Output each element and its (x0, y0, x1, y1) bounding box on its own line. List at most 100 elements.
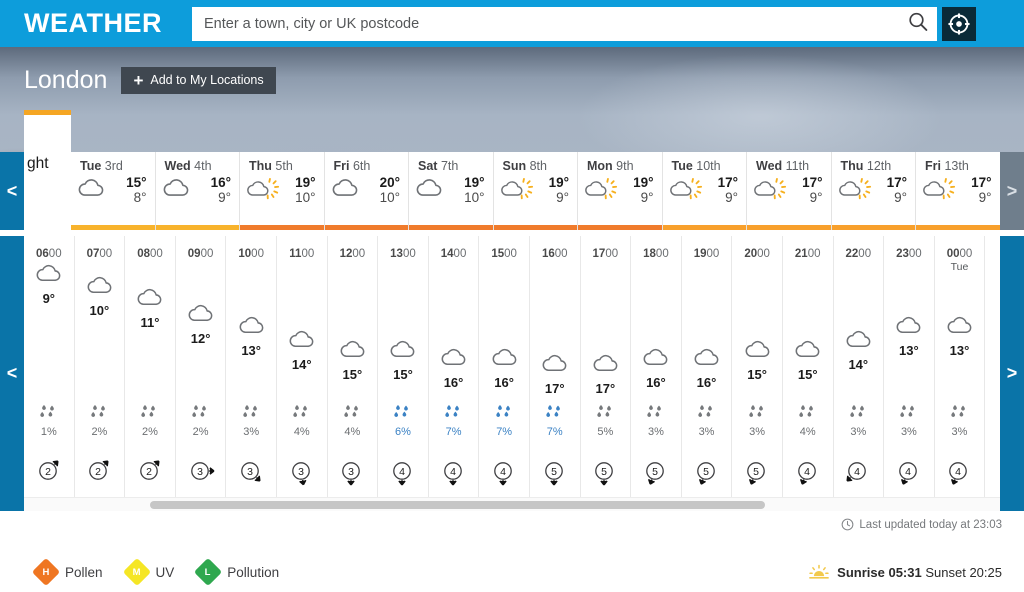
cloud-shape (947, 316, 972, 334)
hourly-column[interactable]: 1700 17° 5% 5 (580, 236, 632, 511)
hourly-rain-block: 2% (125, 404, 175, 438)
add-to-my-locations-button[interactable]: + Add to My Locations (121, 66, 276, 94)
wind-direction-icon: 5 (692, 462, 722, 492)
hourly-weather-block: 10° (75, 276, 125, 318)
day-tab-high: 19° (464, 175, 485, 190)
day-tab[interactable]: Fri 6th 20° 10° (324, 152, 409, 230)
cloud-shape (289, 330, 314, 348)
rain-drops-shape (799, 405, 814, 417)
day-tab[interactable]: Thu 5th 19° 10° (240, 152, 325, 230)
hourly-column[interactable]: 1100 14° 4% 3 (276, 236, 328, 511)
hourly-wind-block: 4 (429, 458, 479, 493)
day-tab[interactable]: Sat 7th 19° 10° (409, 152, 494, 230)
day-tab-high: 17° (886, 175, 907, 190)
hourly-column[interactable]: 1200 15° 4% 3 (327, 236, 379, 511)
sunny-intervals-shape (923, 177, 956, 199)
indicator-level: M (132, 566, 141, 578)
day-tab-name: Wed 4th (164, 159, 212, 173)
day-tab-date: 12th (866, 159, 892, 173)
hourly-column[interactable]: 2300 13° 3% 4 (884, 236, 935, 511)
day-strip-prev-button[interactable]: < (0, 152, 24, 230)
hourly-column[interactable]: 0600 9° 1% 2 (24, 236, 75, 511)
svg-text:4: 4 (450, 466, 456, 478)
wind-direction-icon: 4 (793, 462, 823, 492)
plus-icon: + (133, 70, 144, 90)
rain-drops-icon (647, 405, 664, 423)
day-tab-date: 4th (194, 159, 212, 173)
day-tab-high: 17° (802, 175, 823, 190)
hourly-column[interactable]: 0700 10° 2% 2 (74, 236, 126, 511)
hourly-rain-block: 4% (328, 404, 378, 438)
hourly-wind-block: 4 (935, 458, 985, 493)
rain-drops-shape (40, 405, 55, 417)
day-tab[interactable]: Wed 11th 17° 9° (747, 152, 832, 230)
rain-drops-icon (900, 405, 917, 423)
hourly-rain-chance: 6% (395, 426, 411, 438)
cloud-shape (340, 340, 365, 358)
day-tab[interactable]: Wed 4th 16° 9° (155, 152, 240, 230)
search-input[interactable] (204, 8, 894, 39)
hourly-temperature: 17° (544, 381, 565, 396)
wind-speed-direction-shape: 4 (899, 462, 917, 485)
hourly-column[interactable]: 2000 15° 3% 5 (732, 236, 783, 511)
wind-direction-icon: 5 (641, 462, 671, 492)
hourly-prev-button[interactable]: < (0, 236, 24, 511)
hourly-wind-block: 4 (834, 458, 884, 493)
rain-drops-icon (951, 405, 968, 423)
day-tab[interactable]: Sun 8th 19° 9° (493, 152, 578, 230)
indicator-pollen[interactable]: H Pollen (31, 557, 103, 587)
day-strip-next-button[interactable]: > (1000, 152, 1024, 230)
wind-speed-direction-shape: 5 (544, 462, 563, 486)
hourly-column[interactable]: 0900 12° 2% 3 (175, 236, 227, 511)
hourly-column[interactable]: 0800 11° 2% 2 (125, 236, 176, 511)
wind-direction-icon: 4 (388, 462, 418, 492)
hourly-column[interactable]: 1600 17° 7% 5 (529, 236, 581, 511)
hourly-scrollbar-thumb[interactable] (150, 501, 765, 509)
day-tab-low: 9° (894, 190, 907, 206)
hourly-column[interactable]: 1000 13° 3% 3 (226, 236, 277, 511)
hourly-column[interactable]: 2100 15° 4% 4 (782, 236, 834, 511)
day-tab-high: 19° (633, 175, 654, 190)
day-tab[interactable]: Thu 12th 17° 9° (831, 152, 916, 230)
hourly-time-minutes: 00 (251, 248, 264, 260)
hourly-time: 0900 (187, 248, 214, 260)
search-icon[interactable] (905, 11, 931, 37)
wind-speed-direction-shape: 5 (646, 462, 664, 485)
day-tab[interactable]: Tue 10th 17° 9° (662, 152, 747, 230)
hourly-column[interactable]: 1400 16° 7% 4 (428, 236, 480, 511)
day-tab-date: 13th (944, 159, 969, 173)
hourly-column[interactable]: 0000 Tue 13° 3% 4 (934, 236, 986, 511)
hourly-column[interactable]: 1900 16° 3% 5 (681, 236, 733, 511)
day-tab-temps: 17° 9° (718, 175, 738, 205)
hourly-rain-block: 3% (884, 404, 934, 438)
indicator-uv[interactable]: M UV (122, 557, 174, 587)
hourly-rain-chance: 3% (850, 426, 867, 438)
hourly-time-minutes: 00 (352, 248, 366, 260)
day-tab-tonight-selected[interactable]: ght (24, 110, 71, 228)
day-strip-scroller[interactable]: Tue 3rd 15° 8° Wed 4th 16° 9° Thu 5th 19° 10° Fri… (71, 152, 1000, 230)
hourly-column[interactable]: 2200 14° 3% 4 (833, 236, 885, 511)
hourly-rain-block: 4% (783, 404, 833, 438)
cloud-shape (36, 264, 61, 282)
hourly-wind-block: 2 (24, 458, 74, 493)
cloud-shape (593, 354, 618, 372)
hourly-temperature: 14° (291, 357, 312, 372)
hourly-column[interactable]: 1500 16° 7% 4 (479, 236, 530, 511)
hourly-rain-block: 4% (277, 404, 327, 438)
hourly-scrollbar[interactable] (24, 497, 1000, 511)
hourly-column[interactable]: 1300 15° 6% 4 (378, 236, 429, 511)
hourly-column[interactable]: 1800 16° 3% 5 (631, 236, 682, 511)
hourly-time: 2100 (794, 248, 821, 260)
day-tab[interactable]: Tue 3rd 15° 8° (71, 152, 156, 230)
hourly-time: 1500 (491, 248, 517, 260)
cloudy-icon (479, 348, 529, 374)
day-tab[interactable]: Mon 9th 19° 9° (578, 152, 663, 230)
day-tab[interactable]: Fri 13th 17° 9° (916, 152, 1000, 230)
location-button[interactable] (942, 6, 976, 41)
hourly-rain-chance: 7% (496, 426, 513, 438)
indicator-pollution[interactable]: L Pollution (194, 557, 279, 587)
day-tab-colour-bar (747, 225, 831, 230)
hourly-next-button[interactable]: > (1000, 236, 1024, 511)
brand-logo[interactable]: WEATHER (24, 8, 189, 39)
hourly-scroller[interactable]: 0600 9° 1% 2 0700 10° 2% 2 0800 11° 2% 2 0900 12° 2% 3 1… (24, 236, 1000, 511)
